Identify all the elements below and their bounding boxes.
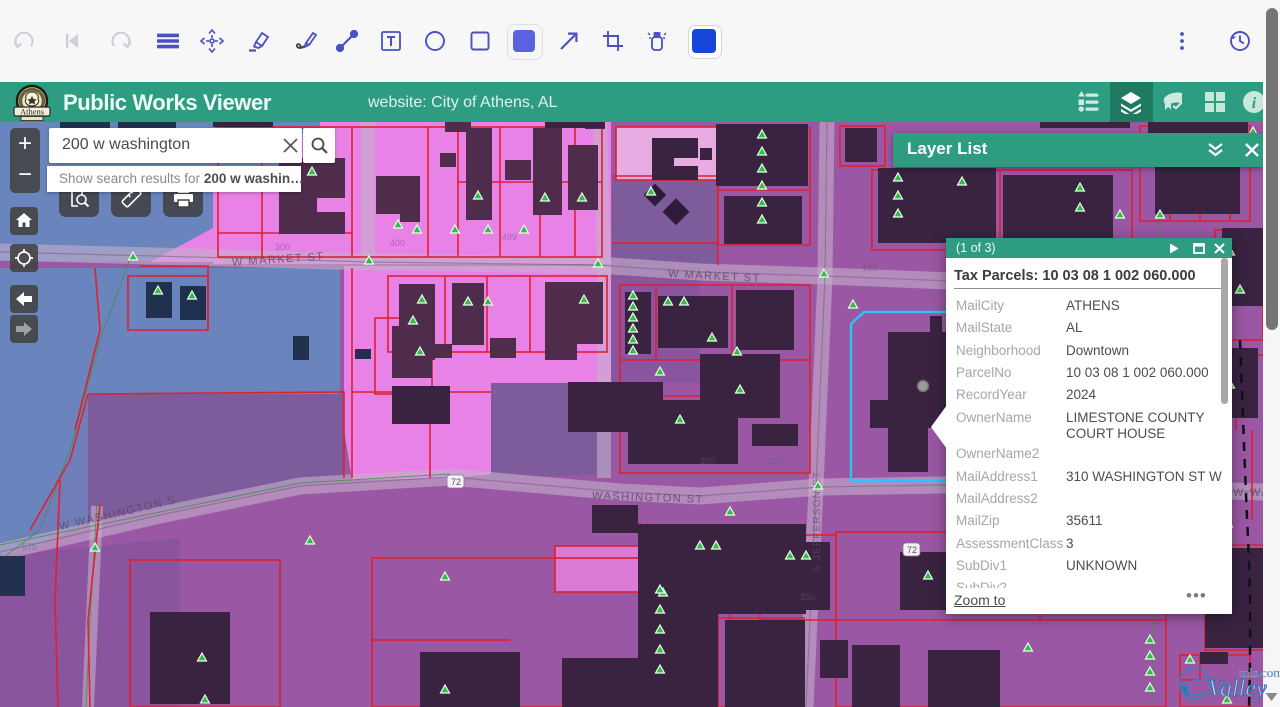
svg-text:72: 72	[907, 545, 917, 555]
svg-text:499: 499	[502, 232, 517, 242]
svg-text:W-WA: W-WA	[1233, 487, 1263, 499]
svg-text:400: 400	[390, 238, 405, 248]
svg-text:575: 575	[22, 542, 37, 552]
svg-text:mls.com: mls.com	[1239, 665, 1280, 680]
svg-text:Athens: Athens	[20, 107, 44, 117]
svg-text:72: 72	[451, 477, 461, 487]
svg-text:300: 300	[275, 242, 290, 252]
svg-text:100: 100	[862, 263, 877, 273]
svg-text:350: 350	[800, 592, 815, 602]
svg-text:200: 200	[700, 456, 715, 466]
svg-text:299: 299	[768, 456, 783, 466]
svg-text:i: i	[1252, 95, 1257, 112]
